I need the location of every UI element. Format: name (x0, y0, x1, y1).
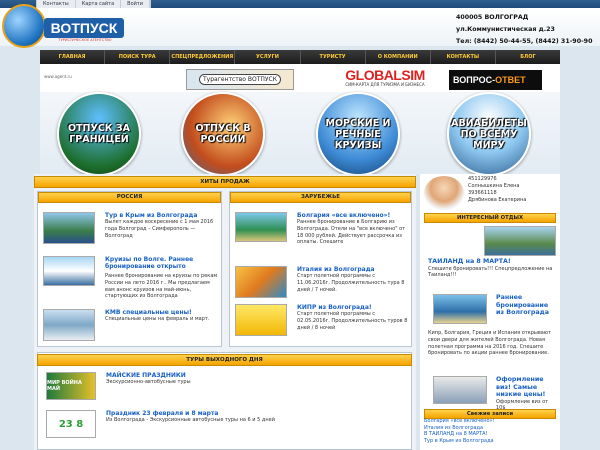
contact-address-street: ул.Коммунистическая д.23 (456, 26, 555, 33)
interesting-item-title[interactable]: Раннее бронирование из Волгограда (496, 294, 556, 317)
manager-avatar (424, 176, 464, 210)
globe-icon (2, 4, 46, 48)
manager-phone-1[interactable]: 451129976 (468, 176, 558, 183)
banner-small-text: www.agent.ru (44, 74, 72, 79)
visa-thumb[interactable] (433, 376, 487, 404)
nav-services[interactable]: УСЛУГИ (235, 50, 301, 64)
russia-item-title[interactable]: Круизы по Волге. Раннее бронирование отк… (105, 256, 219, 270)
circle-cruises[interactable]: МОРСКИЕ И РЕЧНЫЕ КРУИЗЫ (316, 92, 400, 176)
contact-info: 400005 ВОЛГОГРАД ул.Коммунистическая д.2… (456, 12, 600, 48)
interesting-title: ИНТЕРЕСНЫЙ ОТДЫХ (424, 213, 556, 223)
news-list: Болгария «все включено»! Италия из Волго… (424, 418, 556, 444)
nav-contacts[interactable]: КОНТАКТЫ (431, 50, 496, 64)
abroad-title: ЗАРУБЕЖЬЕ (230, 192, 411, 203)
abroad-item-title[interactable]: КИПР из Волгограда! (297, 304, 409, 311)
russia-column: РОССИЯ Тур в Крым из Волгограда Вылет каж… (37, 191, 222, 347)
circle-flights[interactable]: АВИАБИЛЕТЫ ПО ВСЕМУ МИРУ (447, 92, 531, 176)
nav-special-offers[interactable]: СПЕЦПРЕДЛОЖЕНИЯ (170, 50, 236, 64)
thailand-thumb[interactable] (484, 226, 556, 256)
early-booking-thumb[interactable] (433, 294, 487, 324)
russia-item-text: Специальные цены на февраль и март. (105, 316, 210, 322)
abroad-item-title[interactable]: Италия из Волгограда (297, 266, 409, 273)
abroad-item-title[interactable]: Болгария «все включено»! (297, 212, 409, 219)
interesting-item-title[interactable]: Оформление виз! Самые низкие цены! (496, 376, 556, 399)
crimea-thumb[interactable] (43, 212, 95, 244)
weekend-item-text: Из Волгограда - Экскурсионные автобусные… (106, 417, 275, 423)
news-link[interactable]: Италия из Волгограда (424, 425, 556, 432)
circle-russia[interactable]: ОТПУСК В РОССИИ (181, 92, 265, 176)
top-link-login[interactable]: Войти (121, 0, 151, 8)
weekend-item-title[interactable]: Праздник 23 февраля и 8 марта (106, 410, 406, 417)
manager-name-1: Солнышкина Елена (468, 183, 520, 189)
contact-phones: Тел: (8442) 50-44-55, (8442) 31-90-90 (456, 38, 593, 45)
russia-item-title[interactable]: КМВ специальные цены! (105, 309, 219, 316)
manager-name-2: Дрябинова Екатерина (468, 197, 527, 203)
hits-title: ХИТЫ ПРОДАЖ (34, 176, 416, 188)
nav-blog[interactable]: БЛОГ (496, 50, 560, 64)
globalsim-title: GLOBALSIM (345, 67, 425, 83)
circle-abroad[interactable]: ОТПУСК ЗА ГРАНИЦЕЙ (57, 92, 141, 176)
nav-home[interactable]: ГЛАВНАЯ (40, 50, 106, 64)
news-link[interactable]: В ТАИЛАНД на 8 МАРТА! (424, 431, 556, 438)
weekend-item-text: Экскурсионно-автобусные туры (106, 379, 191, 385)
logo-subtitle: ТУРИСТИЧЕСКОЕ АГЕНТСТВО (58, 38, 112, 42)
cyprus-thumb[interactable] (235, 304, 287, 336)
interesting-item-text: Кипр, Болгария, Греция и Испания открыва… (428, 330, 551, 357)
top-link-sitemap[interactable]: Карта сайта (76, 0, 122, 8)
interesting-item-text: Спешите бронировать!!! Спецпредложение н… (428, 265, 553, 279)
russia-item-title[interactable]: Тур в Крым из Волгограда (105, 212, 219, 219)
qa-banner-part1: ВОПРОС- (453, 75, 496, 85)
contact-address-city: 400005 ВОЛГОГРАД (456, 14, 529, 21)
main-nav: ГЛАВНАЯ ПОИСК ТУРА СПЕЦПРЕДЛОЖЕНИЯ УСЛУГ… (40, 50, 560, 64)
qa-banner-part2: ОТВЕТ (495, 75, 526, 85)
news-link[interactable]: Болгария «все включено»! (424, 418, 556, 425)
news-link[interactable]: Тур в Крым из Волгограда (424, 438, 556, 445)
may-holidays-thumb[interactable]: МИР ВОЙНА МАЙ (46, 372, 96, 400)
globalsim-subtitle: СИМ-КАРТА ДЛЯ ТУРИЗМА И БИЗНЕСА (345, 82, 425, 87)
russia-item-text: Раннее бронирование на круизы по рекам Р… (105, 273, 218, 300)
abroad-item-text: Старт полетной программы с 11.06.2016г. … (297, 273, 405, 293)
weekend-item-title[interactable]: МАЙСКИЕ ПРАЗДНИКИ (106, 372, 406, 379)
agency-banner[interactable]: Турагентство ВОТПУСК (186, 69, 294, 90)
qa-banner[interactable]: ВОПРОС-ОТВЕТ (449, 70, 542, 90)
abroad-column: ЗАРУБЕЖЬЕ Болгария «все включено»! Раннее… (229, 191, 412, 347)
agency-banner-label: Турагентство ВОТПУСК (199, 74, 281, 85)
globalsim-banner[interactable]: GLOBALSIM СИМ-КАРТА ДЛЯ ТУРИЗМА И БИЗНЕС… (326, 68, 444, 90)
abroad-item-text: Раннее бронирование в Болгарию из Волгог… (297, 219, 406, 246)
holiday-23-8-thumb[interactable]: 23 8 (46, 410, 96, 438)
logo[interactable]: ВОТПУСК (44, 18, 124, 38)
kmv-thumb[interactable] (43, 309, 95, 341)
weekend-title: ТУРЫ ВЫХОДНОГО ДНЯ (37, 354, 412, 366)
abroad-item-text: Старт полетной программы с 02.05.2016г. … (297, 311, 408, 331)
manager-phone-2[interactable]: 393661118 (468, 190, 558, 197)
nav-tourist[interactable]: ТУРИСТУ (301, 50, 366, 64)
top-link-contacts[interactable]: Контакты (37, 0, 76, 8)
russia-item-text: Вылет каждое воскресение с 1 мая 2016 го… (105, 219, 214, 239)
russia-title: РОССИЯ (38, 192, 221, 203)
nav-tour-search[interactable]: ПОИСК ТУРА (105, 50, 171, 64)
nav-about[interactable]: О КОМПАНИИ (366, 50, 431, 64)
manager-info: 451129976 Солнышкина Елена 393661118 Дря… (468, 176, 558, 204)
interesting-item-title[interactable]: ТАИЛАНД на 8 МАРТА! (428, 258, 556, 266)
italy-thumb[interactable] (235, 266, 287, 298)
